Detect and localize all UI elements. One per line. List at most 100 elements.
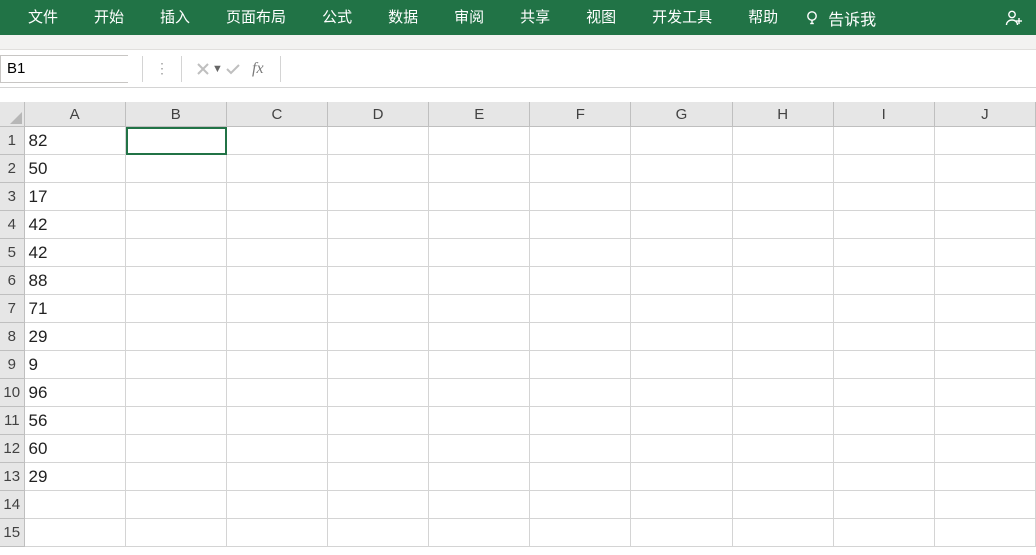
cell-G6[interactable] [631,267,732,295]
cell-H4[interactable] [733,211,834,239]
cell-J8[interactable] [935,323,1036,351]
cell-C7[interactable] [227,295,328,323]
cell-C3[interactable] [227,183,328,211]
cell-I13[interactable] [834,463,935,491]
cell-F3[interactable] [530,183,631,211]
cell-A15[interactable] [25,519,126,547]
cell-F5[interactable] [530,239,631,267]
row-header-5[interactable]: 5 [0,239,25,267]
cell-B12[interactable] [126,435,227,463]
cell-J7[interactable] [935,295,1036,323]
row-header-12[interactable]: 12 [0,435,25,463]
tab-file[interactable]: 文件 [10,0,76,35]
cell-H14[interactable] [733,491,834,519]
cell-F15[interactable] [530,519,631,547]
tab-formulas[interactable]: 公式 [304,0,370,35]
cell-E14[interactable] [429,491,530,519]
cell-J12[interactable] [935,435,1036,463]
cell-D2[interactable] [328,155,429,183]
cell-A1[interactable]: 82 [25,127,126,155]
cell-I15[interactable] [834,519,935,547]
cell-E4[interactable] [429,211,530,239]
cell-G4[interactable] [631,211,732,239]
cell-C11[interactable] [227,407,328,435]
tab-page-layout[interactable]: 页面布局 [208,0,304,35]
cell-E3[interactable] [429,183,530,211]
cell-H15[interactable] [733,519,834,547]
cell-I2[interactable] [834,155,935,183]
formula-input[interactable] [287,56,1036,82]
tab-data[interactable]: 数据 [370,0,436,35]
cell-A3[interactable]: 17 [25,183,126,211]
cell-J6[interactable] [935,267,1036,295]
cell-B7[interactable] [126,295,227,323]
cell-E6[interactable] [429,267,530,295]
cell-G10[interactable] [631,379,732,407]
cell-A10[interactable]: 96 [25,379,126,407]
cell-C6[interactable] [227,267,328,295]
cell-H5[interactable] [733,239,834,267]
enter-formula-button[interactable] [218,55,248,83]
fx-label[interactable]: fx [248,60,274,78]
cell-D11[interactable] [328,407,429,435]
cell-A5[interactable]: 42 [25,239,126,267]
cell-I3[interactable] [834,183,935,211]
cell-C1[interactable] [227,127,328,155]
cell-J3[interactable] [935,183,1036,211]
cell-E11[interactable] [429,407,530,435]
cell-I7[interactable] [834,295,935,323]
tab-help[interactable]: 帮助 [730,0,796,35]
cell-B10[interactable] [126,379,227,407]
cell-D9[interactable] [328,351,429,379]
cell-H3[interactable] [733,183,834,211]
row-header-15[interactable]: 15 [0,519,25,547]
row-header-6[interactable]: 6 [0,267,25,295]
cell-B14[interactable] [126,491,227,519]
cell-J15[interactable] [935,519,1036,547]
select-all-corner[interactable] [0,102,25,127]
cell-E13[interactable] [429,463,530,491]
cell-E10[interactable] [429,379,530,407]
cell-G11[interactable] [631,407,732,435]
cell-C2[interactable] [227,155,328,183]
cell-I14[interactable] [834,491,935,519]
cell-D6[interactable] [328,267,429,295]
cell-G8[interactable] [631,323,732,351]
cell-J5[interactable] [935,239,1036,267]
cell-H2[interactable] [733,155,834,183]
cell-H6[interactable] [733,267,834,295]
cell-G15[interactable] [631,519,732,547]
cell-D4[interactable] [328,211,429,239]
cell-E5[interactable] [429,239,530,267]
row-header-13[interactable]: 13 [0,463,25,491]
cell-D12[interactable] [328,435,429,463]
cell-D8[interactable] [328,323,429,351]
cell-H1[interactable] [733,127,834,155]
cell-F2[interactable] [530,155,631,183]
col-header-F[interactable]: F [530,102,631,127]
cell-D1[interactable] [328,127,429,155]
cell-F1[interactable] [530,127,631,155]
cell-E1[interactable] [429,127,530,155]
cell-J10[interactable] [935,379,1036,407]
cell-A6[interactable]: 88 [25,267,126,295]
cell-H10[interactable] [733,379,834,407]
tab-share[interactable]: 共享 [502,0,568,35]
row-header-10[interactable]: 10 [0,379,25,407]
cell-G13[interactable] [631,463,732,491]
cell-J14[interactable] [935,491,1036,519]
cell-B3[interactable] [126,183,227,211]
cell-E15[interactable] [429,519,530,547]
tab-developer[interactable]: 开发工具 [634,0,730,35]
cell-I11[interactable] [834,407,935,435]
cell-D3[interactable] [328,183,429,211]
cell-D15[interactable] [328,519,429,547]
cell-F10[interactable] [530,379,631,407]
cell-J9[interactable] [935,351,1036,379]
cell-B11[interactable] [126,407,227,435]
cell-G12[interactable] [631,435,732,463]
cell-C10[interactable] [227,379,328,407]
cell-B6[interactable] [126,267,227,295]
cell-I4[interactable] [834,211,935,239]
cell-G5[interactable] [631,239,732,267]
